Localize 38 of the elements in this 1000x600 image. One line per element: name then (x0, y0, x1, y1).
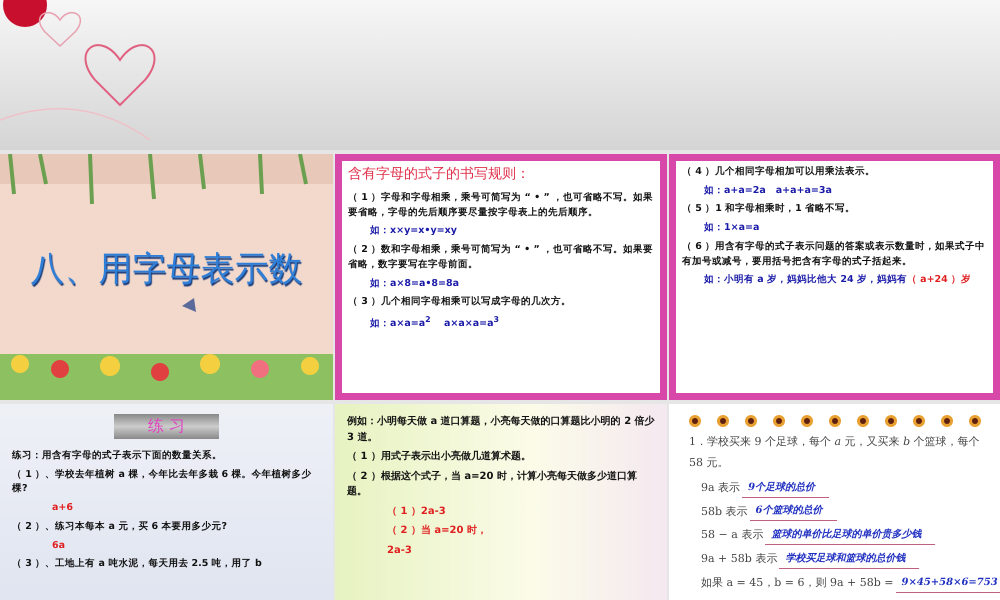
answer-text: 2a-3 (386, 544, 413, 558)
blank-label: 9a + 58b 表示 (701, 551, 778, 568)
answer-text: （ 2 ）当 a=20 时， (386, 524, 488, 538)
answer-text: （ 1 ）2a-3 (386, 504, 447, 518)
rule-text: （ 1 ）字母和字母相乘，乘号可简写为 “ • ” ，也可省略不写。如果要省略，字母的先后顺序要尽量按字母表上的先后顺序。 (348, 191, 654, 220)
slide-banner: 练 习 (114, 414, 220, 439)
blank-label: 9a 表示 (701, 480, 740, 496)
rule-text: 例如：小明每天做 a 道口算题，小亮每天做的口算题比小明的 2 倍少 3 道。 (347, 414, 655, 444)
rule-text: 练习：用含有字母的式子表示下面的数量关系。 (12, 449, 223, 463)
answer-text: a+6 (51, 501, 74, 516)
example-text: 如：a+a=2a a+a+a=3a (702, 184, 833, 198)
rule-text: （ 2 ）数和字母相乘，乘号可简写为 “ • ” ，也可省略不写。如果要省略，数字要写在字母前面。 (348, 243, 654, 272)
example-text: 如：x×y=x•y=xy (368, 224, 458, 238)
filled-answer: 9个足球的总价 (742, 478, 830, 498)
blank-label: 58 − a 表示 (701, 527, 764, 544)
filled-answer: 学校买足球和篮球的总价钱 (779, 550, 920, 569)
filled-answer: 9×45+58×6=753 (896, 574, 1000, 593)
rule-text: （ 5 ）1 和字母相乘时，1 省略不写。 (682, 202, 856, 216)
filled-answer: 篮球的单价比足球的单价贵多少钱 (765, 526, 936, 546)
example-text: 如：a×8=a•8=8a (368, 276, 460, 291)
rule-text: （ 2 ）、练习本每本 a 元，买 6 本要用多少元? (12, 520, 228, 534)
slide-heading: 含有字母的式子的书写规则： (348, 165, 531, 183)
blank-label: 58b 表示 (701, 504, 748, 520)
example-text: 如：1×a=a (702, 221, 760, 236)
example-text: 如：a×a=a$^{2}$ a×a×a=a$^{3}$ (368, 314, 500, 332)
example-text: 如：小明有 a 岁，妈妈比他大 24 岁，妈妈有（ a+24 ）岁 (702, 273, 972, 288)
question-text: 1．学校买来 9 个足球，每个 a 元，又买来 b 个篮球，每个 58 元。 (688, 434, 981, 471)
rule-text: （ 4 ）几个相同字母相加可以用乘法表示。 (682, 165, 876, 179)
rule-text: （ 2 ）根据这个式子，当 a=20 时，计算小亮每天做多少道口算题。 (347, 469, 638, 499)
rule-text: （ 3 ）、工地上有 a 吨水泥，每天用去 2.5 吨，用了 b (12, 557, 263, 572)
filled-answer: 6个篮球的总价 (750, 502, 837, 522)
rule-text: （ 1 ）用式子表示出小亮做几道算术题。 (347, 449, 532, 464)
rule-text: （ 3 ）几个相同字母相乘可以写成字母的几次方。 (348, 295, 572, 310)
answer-text: 6a (51, 538, 66, 553)
slide-title: 八、用字母表示数 (30, 248, 304, 291)
rule-text: （ 1 ）、学校去年植树 a 棵，今年比去年多栽 6 棵。今年植树多少棵? (12, 468, 312, 496)
blank-label: 如果 a = 45，b = 6，则 9a + 58b = (701, 574, 894, 591)
rule-text: （ 6 ）用含有字母的式子表示问题的答案或表示数量时，如果式子中有加号或减号，要用括号把含有字母的式子括起来。 (682, 240, 986, 269)
